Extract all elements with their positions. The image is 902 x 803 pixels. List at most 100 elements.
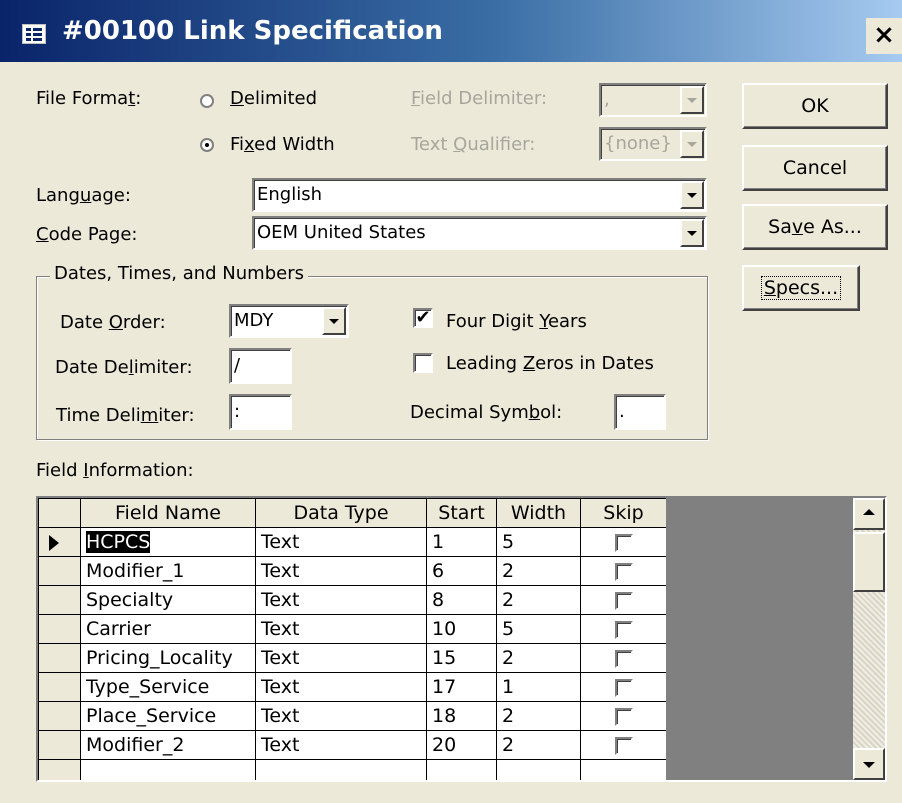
cell-width[interactable]: 2 xyxy=(496,556,581,586)
cell-start[interactable]: 15 xyxy=(426,643,497,673)
cell-start[interactable]: 18 xyxy=(426,701,497,731)
row-selector[interactable] xyxy=(38,614,81,644)
code-page-dropdown-icon[interactable] xyxy=(680,219,704,247)
skip-checkbox[interactable] xyxy=(614,649,633,668)
cell-skip[interactable] xyxy=(580,585,667,615)
table-row[interactable]: Modifier_2 Text 20 2 xyxy=(38,730,667,760)
vertical-scrollbar[interactable] xyxy=(853,498,885,780)
cell-data-type[interactable]: Text xyxy=(255,527,427,557)
cell-start[interactable]: 10 xyxy=(426,614,497,644)
decimal-symbol-input[interactable]: . xyxy=(614,394,666,430)
skip-checkbox[interactable] xyxy=(614,678,633,697)
text-qualifier-combo[interactable]: {none} xyxy=(599,127,707,161)
cell-start[interactable]: 6 xyxy=(426,556,497,586)
table-row[interactable]: Modifier_1 Text 6 2 xyxy=(38,556,667,586)
four-digit-years-label[interactable]: Four Digit Years xyxy=(446,311,587,332)
table-row[interactable]: Pricing_Locality Text 15 2 xyxy=(38,643,667,673)
cell-field-name[interactable]: Type_Service xyxy=(80,672,256,702)
fixed-width-radio[interactable] xyxy=(200,138,214,152)
field-delimiter-combo[interactable]: , xyxy=(599,83,707,117)
delimited-label[interactable]: Delimited xyxy=(230,88,317,109)
cell-width[interactable]: 2 xyxy=(496,643,581,673)
skip-checkbox[interactable] xyxy=(614,591,633,610)
column-header-field-name[interactable]: Field Name xyxy=(80,498,256,528)
cell-width[interactable]: 5 xyxy=(496,527,581,557)
ok-button[interactable]: OK xyxy=(742,83,888,129)
table-row[interactable]: Specialty Text 8 2 xyxy=(38,585,667,615)
cell-width[interactable]: 2 xyxy=(496,585,581,615)
cell-skip[interactable] xyxy=(580,614,667,644)
row-selector[interactable] xyxy=(38,730,81,760)
table-row[interactable]: Place_Service Text 18 2 xyxy=(38,701,667,731)
cell-width[interactable]: 2 xyxy=(496,730,581,760)
cell-data-type[interactable]: Text xyxy=(255,614,427,644)
cell-width[interactable]: 2 xyxy=(496,701,581,731)
cell-field-name[interactable]: Carrier xyxy=(80,614,256,644)
row-selector[interactable] xyxy=(38,643,81,673)
cell-skip[interactable] xyxy=(580,643,667,673)
cell-data-type[interactable]: Text xyxy=(255,730,427,760)
table-row-partial[interactable] xyxy=(38,759,667,780)
cell-field-name[interactable]: Place_Service xyxy=(80,701,256,731)
scroll-down-icon[interactable] xyxy=(853,748,885,780)
table-row[interactable]: HCPCS Text 1 5 xyxy=(38,527,667,557)
cell-data-type[interactable]: Text xyxy=(255,643,427,673)
language-dropdown-icon[interactable] xyxy=(680,181,704,209)
table-row[interactable]: Type_Service Text 17 1 xyxy=(38,672,667,702)
specs-button[interactable]: Specs... xyxy=(742,265,860,311)
time-delimiter-input[interactable]: : xyxy=(229,394,292,430)
column-header-data-type[interactable]: Data Type xyxy=(255,498,427,528)
skip-checkbox[interactable] xyxy=(614,533,633,552)
skip-checkbox[interactable] xyxy=(614,736,633,755)
leading-zeros-label[interactable]: Leading Zeros in Dates xyxy=(446,353,654,374)
row-selector[interactable] xyxy=(38,556,81,586)
cell-start[interactable]: 1 xyxy=(426,527,497,557)
cancel-button[interactable]: Cancel xyxy=(742,145,888,191)
skip-checkbox[interactable] xyxy=(614,707,633,726)
cell-data-type[interactable]: Text xyxy=(255,701,427,731)
column-header-skip[interactable]: Skip xyxy=(580,498,667,528)
language-combo[interactable]: English xyxy=(252,178,707,212)
table-row[interactable]: Carrier Text 10 5 xyxy=(38,614,667,644)
cell-start[interactable]: 20 xyxy=(426,730,497,760)
four-digit-years-checkbox[interactable]: ✔ xyxy=(413,308,433,328)
scroll-thumb[interactable] xyxy=(853,532,885,592)
field-delimiter-dropdown-icon[interactable] xyxy=(680,86,704,114)
cell-skip[interactable] xyxy=(580,556,667,586)
date-order-combo[interactable]: MDY xyxy=(229,304,349,338)
close-button[interactable]: × xyxy=(866,18,902,54)
text-qualifier-dropdown-icon[interactable] xyxy=(680,130,704,158)
cell-field-name[interactable]: Modifier_2 xyxy=(80,730,256,760)
cell-field-name[interactable]: Pricing_Locality xyxy=(80,643,256,673)
cell-data-type[interactable]: Text xyxy=(255,672,427,702)
row-selector[interactable] xyxy=(38,701,81,731)
cell-skip[interactable] xyxy=(580,672,667,702)
cell-start[interactable]: 17 xyxy=(426,672,497,702)
cell-width[interactable]: 5 xyxy=(496,614,581,644)
save-as-button[interactable]: Save As... xyxy=(742,204,888,250)
field-information-grid[interactable]: Field Name Data Type Start Width Skip HC… xyxy=(36,496,887,782)
skip-checkbox[interactable] xyxy=(614,620,633,639)
cell-skip[interactable] xyxy=(580,730,667,760)
column-header-width[interactable]: Width xyxy=(496,498,581,528)
skip-checkbox[interactable] xyxy=(614,562,633,581)
cell-data-type[interactable]: Text xyxy=(255,585,427,615)
cell-skip[interactable] xyxy=(580,701,667,731)
cell-field-name[interactable]: Specialty xyxy=(80,585,256,615)
code-page-combo[interactable]: OEM United States xyxy=(252,216,707,250)
cell-width[interactable]: 1 xyxy=(496,672,581,702)
date-order-dropdown-icon[interactable] xyxy=(322,307,346,335)
cell-skip[interactable] xyxy=(580,527,667,557)
row-selector[interactable] xyxy=(38,672,81,702)
cell-field-name[interactable]: Modifier_1 xyxy=(80,556,256,586)
cell-field-name[interactable]: HCPCS xyxy=(80,527,256,557)
delimited-radio[interactable] xyxy=(200,94,214,108)
cell-start[interactable]: 8 xyxy=(426,585,497,615)
column-header-start[interactable]: Start xyxy=(426,498,497,528)
row-selector[interactable] xyxy=(38,527,81,557)
date-delimiter-input[interactable]: / xyxy=(229,348,292,384)
row-selector[interactable] xyxy=(38,585,81,615)
leading-zeros-checkbox[interactable] xyxy=(413,353,433,373)
cell-data-type[interactable]: Text xyxy=(255,556,427,586)
fixed-width-label[interactable]: Fixed Width xyxy=(230,134,335,155)
